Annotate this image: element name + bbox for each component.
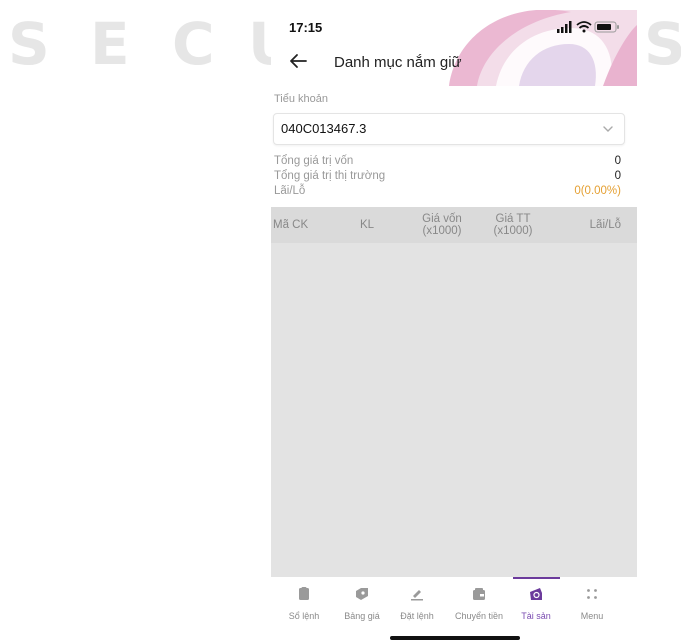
tab-label: Tài sản	[521, 611, 551, 621]
column-header-unit: (x1000)	[493, 225, 533, 237]
phone-screen: 17:15 Danh mục nắm giữ Tiểu khoản 040C01…	[271, 10, 637, 641]
column-header-quantity[interactable]: KL	[355, 207, 379, 243]
tab-order-book[interactable]: Sổ lệnh	[275, 577, 333, 627]
holdings-table: Mã CK KL Giá vốn (x1000) Giá TT (x1000) …	[271, 207, 637, 577]
column-header-code[interactable]: Mã CK	[273, 207, 313, 243]
price-board-icon	[356, 588, 368, 600]
signal-icon	[557, 21, 572, 33]
account-value: 040C013467.3	[281, 121, 367, 136]
order-book-icon	[299, 587, 309, 600]
tab-label: Chuyển tiền	[454, 611, 504, 621]
watermark-letter: S	[8, 10, 50, 78]
column-header-label: KL	[359, 219, 375, 231]
column-header-label: Lãi/Lỗ	[589, 219, 621, 231]
transfer-icon	[473, 588, 485, 600]
column-header-market-price[interactable]: Giá TT (x1000)	[485, 207, 541, 243]
tab-label: Menu	[580, 611, 604, 621]
summary-market-row: Tổng giá trị thị trường 0	[274, 170, 621, 184]
status-time: 17:15	[289, 20, 323, 35]
watermark-letter: C	[172, 10, 215, 78]
battery-icon	[594, 21, 619, 33]
account-dropdown[interactable]: 040C013467.3	[273, 113, 625, 145]
tab-assets[interactable]: Tài sản	[507, 577, 565, 627]
column-header-label: Mã CK	[273, 219, 309, 231]
summary-market-value: 0	[614, 170, 621, 182]
app-header: 17:15 Danh mục nắm giữ	[271, 10, 637, 86]
table-body-empty	[271, 243, 637, 577]
page-title: Danh mục nắm giữ	[334, 54, 462, 71]
summary-market-label: Tổng giá trị thị trường	[274, 170, 386, 182]
tab-label: Bảng giá	[344, 611, 380, 621]
account-label: Tiểu khoản	[274, 93, 329, 105]
watermark-letter: E	[90, 10, 130, 78]
summary-pl-row: Lãi/Lỗ 0(0.00%)	[274, 185, 621, 199]
column-header-label: Giá vốn	[422, 213, 462, 225]
tab-transfer[interactable]: Chuyển tiền	[450, 577, 508, 627]
screen: S E C U S 17:15	[0, 0, 681, 641]
tab-place-order[interactable]: Đặt lệnh	[388, 577, 446, 627]
back-arrow-icon[interactable]	[287, 50, 309, 72]
home-indicator[interactable]	[390, 636, 520, 640]
watermark-letter: S	[644, 10, 681, 78]
wifi-icon	[576, 21, 592, 33]
column-header-cost-price[interactable]: Giá vốn (x1000)	[415, 207, 469, 243]
column-header-label: Giá TT	[495, 213, 531, 225]
summary-cost-value: 0	[614, 155, 621, 167]
tab-label: Sổ lệnh	[288, 611, 320, 621]
summary-cost-row: Tổng giá trị vốn 0	[274, 155, 621, 169]
tab-price-board[interactable]: Bảng giá	[333, 577, 391, 627]
column-header-unit: (x1000)	[422, 225, 462, 237]
tab-menu[interactable]: Menu	[563, 577, 621, 627]
place-order-icon	[411, 590, 423, 601]
menu-grid-icon	[587, 589, 597, 599]
bottom-tab-bar: Sổ lệnh Bảng giá Đặt lệnh Chuyển tiền Tà…	[271, 577, 637, 627]
tab-label: Đặt lệnh	[400, 611, 434, 621]
status-icons	[557, 21, 619, 33]
table-header: Mã CK KL Giá vốn (x1000) Giá TT (x1000) …	[271, 207, 637, 243]
chevron-down-icon	[603, 126, 613, 132]
column-header-profit-loss[interactable]: Lãi/Lỗ	[573, 207, 621, 243]
assets-icon	[530, 588, 542, 600]
summary-pl-value: 0(0.00%)	[574, 185, 621, 197]
summary-cost-label: Tổng giá trị vốn	[274, 155, 354, 167]
summary-pl-label: Lãi/Lỗ	[274, 185, 306, 197]
